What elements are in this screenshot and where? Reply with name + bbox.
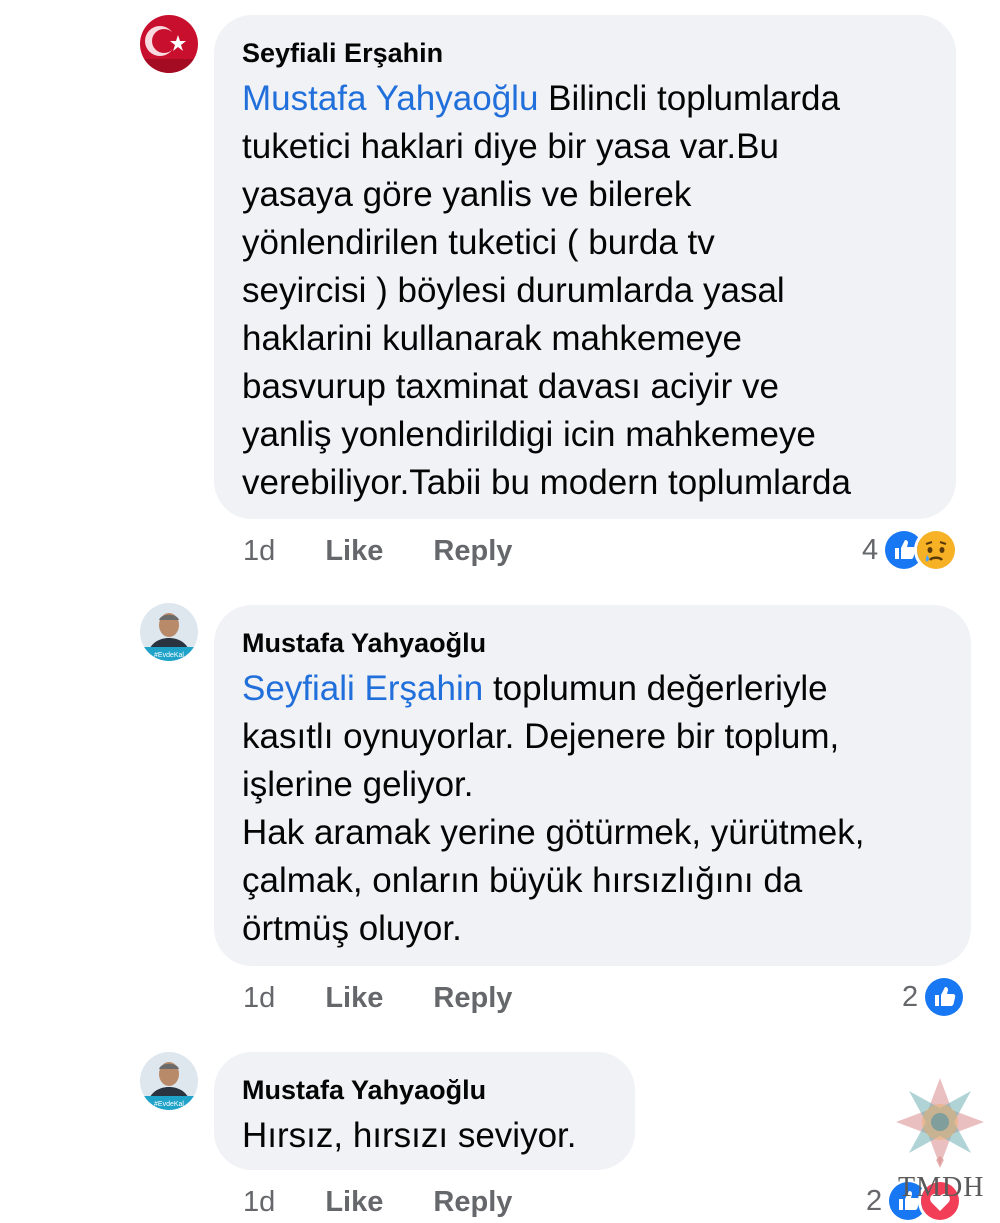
like-button[interactable]: Like bbox=[325, 1186, 383, 1218]
sad-icon bbox=[914, 528, 959, 572]
avatar-badge: #EvdeKal bbox=[154, 652, 184, 659]
avatar[interactable] bbox=[140, 15, 198, 73]
like-button[interactable]: Like bbox=[325, 982, 383, 1014]
reaction-count: 2 bbox=[902, 980, 919, 1013]
comment-body: Hırsız, hırsızı seviyor. bbox=[242, 1116, 577, 1155]
avatar[interactable]: #EvdeKal bbox=[140, 603, 198, 661]
comment-author[interactable]: Mustafa Yahyaoğlu bbox=[242, 625, 943, 661]
avatar-image: #EvdeKal bbox=[140, 603, 198, 661]
comment-timestamp[interactable]: 1d bbox=[243, 535, 275, 567]
avatar-badge: #EvdeKal bbox=[154, 1101, 184, 1108]
comment-body: toplumun değerleriyle kasıtlı oynuyorlar… bbox=[242, 669, 865, 948]
reply-button[interactable]: Reply bbox=[433, 1186, 512, 1218]
avatar-image: #EvdeKal bbox=[140, 1052, 198, 1110]
mention-link[interactable]: Seyfiali Erşahin bbox=[242, 669, 483, 708]
comment-body: Bilincli toplumlarda tuketici haklari di… bbox=[242, 79, 851, 502]
avatar[interactable]: #EvdeKal bbox=[140, 1052, 198, 1110]
reply-button[interactable]: Reply bbox=[433, 982, 512, 1014]
reply-button[interactable]: Reply bbox=[433, 535, 512, 567]
like-icon bbox=[922, 975, 967, 1019]
avatar-image bbox=[140, 15, 198, 73]
comment-actions: 1d Like Reply bbox=[243, 531, 554, 571]
comment-text: Mustafa Yahyaoğlu Bilincli toplumlarda t… bbox=[242, 75, 928, 507]
comment-author[interactable]: Seyfiali Erşahin bbox=[242, 35, 928, 71]
comment-bubble: Mustafa Yahyaoğlu Hırsız, hırsızı seviyo… bbox=[214, 1052, 635, 1170]
comment-text: Seyfiali Erşahin toplumun değerleriyle k… bbox=[242, 665, 943, 953]
comment-bubble: Mustafa Yahyaoğlu Seyfiali Erşahin toplu… bbox=[214, 605, 971, 966]
comment-timestamp[interactable]: 1d bbox=[243, 982, 275, 1014]
watermark-text: TMDH bbox=[898, 1172, 985, 1203]
like-button[interactable]: Like bbox=[325, 535, 383, 567]
reaction-count: 4 bbox=[862, 533, 879, 566]
comment-actions: 1d Like Reply bbox=[243, 1182, 554, 1222]
comment-author[interactable]: Mustafa Yahyaoğlu bbox=[242, 1072, 607, 1108]
reaction-count: 2 bbox=[866, 1184, 883, 1217]
reaction-summary[interactable]: 4 bbox=[862, 528, 959, 572]
mention-link[interactable]: Mustafa Yahyaoğlu bbox=[242, 79, 538, 118]
comment-bubble: Seyfiali Erşahin Mustafa Yahyaoğlu Bilin… bbox=[214, 15, 956, 519]
comment-timestamp[interactable]: 1d bbox=[243, 1186, 275, 1218]
comment-actions: 1d Like Reply bbox=[243, 978, 554, 1018]
comment-text: Hırsız, hırsızı seviyor. bbox=[242, 1112, 607, 1160]
reaction-summary[interactable]: 2 bbox=[902, 975, 967, 1019]
